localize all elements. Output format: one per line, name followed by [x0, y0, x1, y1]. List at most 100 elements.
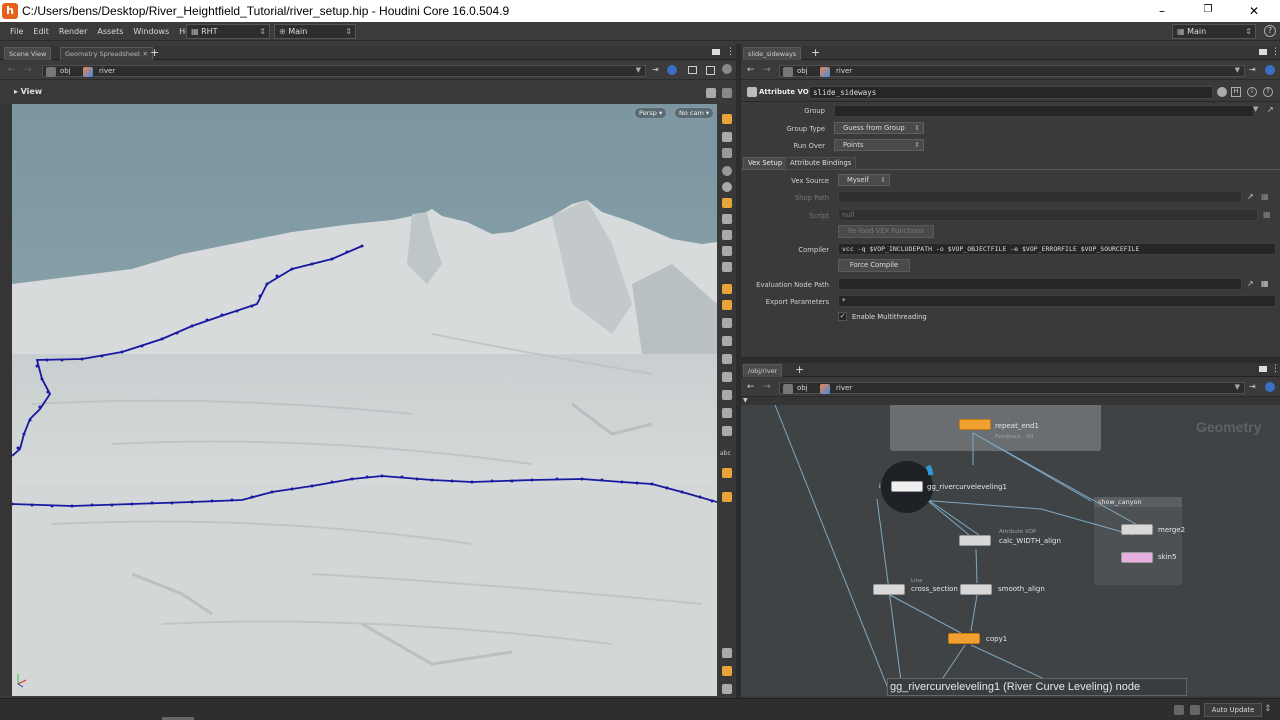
snap-icon[interactable] [722, 284, 732, 294]
link-icon[interactable] [1265, 65, 1275, 75]
group-field[interactable] [834, 105, 1254, 117]
network-menu-icon[interactable]: ▼ [743, 397, 748, 404]
lock-icon[interactable] [722, 148, 732, 158]
add-tab-button[interactable]: + [811, 46, 820, 59]
export-params-field[interactable]: * [838, 295, 1276, 307]
menu-windows[interactable]: Windows [128, 22, 174, 41]
forward-arrow-icon[interactable]: → [24, 65, 32, 75]
help-icon[interactable]: ? [1264, 25, 1276, 37]
pane-options-icon[interactable]: ⋮ [726, 47, 735, 57]
chevron-down-icon[interactable]: ▼ [1235, 66, 1240, 74]
group-type-menu[interactable]: Guess from Group ⇕ [834, 122, 924, 134]
tab-geometry-spreadsheet[interactable]: Geometry Spreadsheet ✕ [60, 47, 153, 60]
node-merge2[interactable] [1121, 524, 1153, 535]
eval-node-path-field[interactable] [838, 278, 1242, 290]
layout-icon[interactable] [722, 666, 732, 676]
tab-attribute-bindings[interactable]: Attribute Bindings [785, 157, 857, 170]
force-compile-button[interactable]: Force Compile [838, 259, 910, 272]
run-over-menu[interactable]: Points ⇕ [834, 139, 924, 151]
node-calc-width-align[interactable] [959, 535, 991, 546]
file-browse-icon[interactable]: ▦ [1263, 210, 1271, 219]
add-tab-button[interactable]: + [795, 363, 804, 376]
info-icon[interactable]: i [1247, 87, 1257, 97]
node-copy1[interactable] [948, 633, 980, 644]
updown-icon[interactable]: ⇕ [1264, 704, 1272, 714]
maximize-button[interactable]: ❐ [1198, 4, 1218, 15]
settings-gear-icon[interactable] [722, 64, 732, 74]
node-repeat-end1[interactable] [959, 419, 991, 430]
node-browse-icon[interactable]: ▦ [1261, 279, 1269, 288]
3d-viewport[interactable]: Persp ▾ No cam ▾ [12, 104, 717, 696]
node-smooth-align[interactable] [960, 584, 992, 595]
normals-icon[interactable] [722, 262, 732, 272]
camera-icon[interactable] [722, 166, 732, 176]
points-icon[interactable] [722, 230, 732, 240]
uv-icon[interactable] [722, 372, 732, 382]
view-menu[interactable]: ▸ View [14, 87, 42, 96]
menu-assets[interactable]: Assets [92, 22, 128, 41]
network-editor[interactable]: show_canyon Geometry repeat_end1 Feedbac… [741, 405, 1280, 696]
path-node[interactable]: river [99, 67, 115, 75]
pin-icon[interactable]: ⇥ [1249, 65, 1256, 74]
select-arrow-icon[interactable]: ↗ [1247, 192, 1254, 201]
node-cross-section[interactable] [873, 584, 905, 595]
snapshot-icon[interactable] [706, 88, 716, 98]
auto-update-menu[interactable]: Auto Update [1204, 703, 1262, 717]
persp-button[interactable]: Persp ▾ [634, 107, 668, 119]
shelf-set-select[interactable]: ▦ RHT ⇕ [186, 24, 270, 39]
display-options-icon[interactable] [722, 88, 732, 98]
link-icon[interactable] [667, 65, 677, 75]
light-icon[interactable] [722, 198, 732, 208]
pane-menu-icon[interactable] [1259, 366, 1267, 372]
menu-file[interactable]: File [5, 22, 28, 41]
back-arrow-icon[interactable]: ← [747, 65, 755, 75]
pane-menu-icon[interactable] [1259, 49, 1267, 55]
forward-arrow-icon[interactable]: → [763, 382, 771, 392]
maximize-pane-icon[interactable] [688, 66, 697, 74]
back-arrow-icon[interactable]: ← [747, 382, 755, 392]
scene-path-field[interactable]: obj river ▼ [42, 65, 646, 77]
grid-icon[interactable] [722, 390, 732, 400]
node-gg-rivercurveleveling1[interactable] [891, 481, 923, 492]
pane-options-icon[interactable]: ⋮ [1271, 47, 1280, 57]
pane-options-icon[interactable]: ⋮ [1271, 364, 1280, 374]
path-root[interactable]: obj [797, 67, 808, 75]
numbers-icon[interactable] [722, 318, 732, 328]
node-browse-icon[interactable]: ▦ [1261, 192, 1269, 201]
sphere-icon[interactable] [722, 182, 732, 192]
text-icon[interactable]: abc [720, 450, 734, 460]
path-root[interactable]: obj [797, 384, 808, 392]
add-tab-button[interactable]: + [150, 46, 159, 59]
minimize-button[interactable]: – [1152, 4, 1172, 18]
reload-vex-button[interactable]: Re-load VEX Functions [838, 225, 934, 238]
desktop-select-left[interactable]: ⊕ Main ⇕ [274, 24, 356, 39]
chevron-down-icon[interactable]: ▼ [636, 66, 641, 74]
lock-icon[interactable] [1174, 705, 1184, 715]
gear-icon[interactable] [1217, 87, 1227, 97]
pin-icon[interactable]: ⇥ [652, 65, 659, 74]
forward-arrow-icon[interactable]: → [763, 65, 771, 75]
multithread-checkbox[interactable]: ✓ [838, 312, 847, 321]
link-icon[interactable] [1265, 382, 1275, 392]
pane-menu-icon[interactable] [712, 49, 720, 55]
primitives-icon[interactable] [722, 246, 732, 256]
tab-vex-setup[interactable]: Vex Setup [743, 157, 788, 170]
path-node[interactable]: river [836, 67, 852, 75]
camera-button[interactable]: No cam ▾ [674, 107, 715, 119]
question-icon[interactable]: ? [1263, 87, 1273, 97]
menu-render[interactable]: Render [54, 22, 92, 41]
display-guide-icon[interactable] [722, 114, 732, 124]
overlay-icon[interactable] [722, 468, 732, 478]
compiler-field[interactable]: vcc -q $VOP_INCLUDEPATH -o $VOP_OBJECTFI… [838, 243, 1276, 255]
tab-network-river[interactable]: /obj/river [743, 364, 783, 377]
pin-point-icon[interactable] [722, 214, 732, 224]
visibility-icon[interactable] [722, 648, 732, 658]
menu-edit[interactable]: Edit [28, 22, 54, 41]
vex-source-menu[interactable]: Myself ⇕ [838, 174, 890, 186]
path-node[interactable]: river [836, 384, 852, 392]
path-root[interactable]: obj [60, 67, 71, 75]
select-arrow-icon[interactable]: ↗ [1267, 105, 1274, 114]
hide-icon[interactable] [722, 426, 732, 436]
back-arrow-icon[interactable]: ← [8, 65, 16, 75]
brush-icon[interactable] [722, 300, 732, 310]
